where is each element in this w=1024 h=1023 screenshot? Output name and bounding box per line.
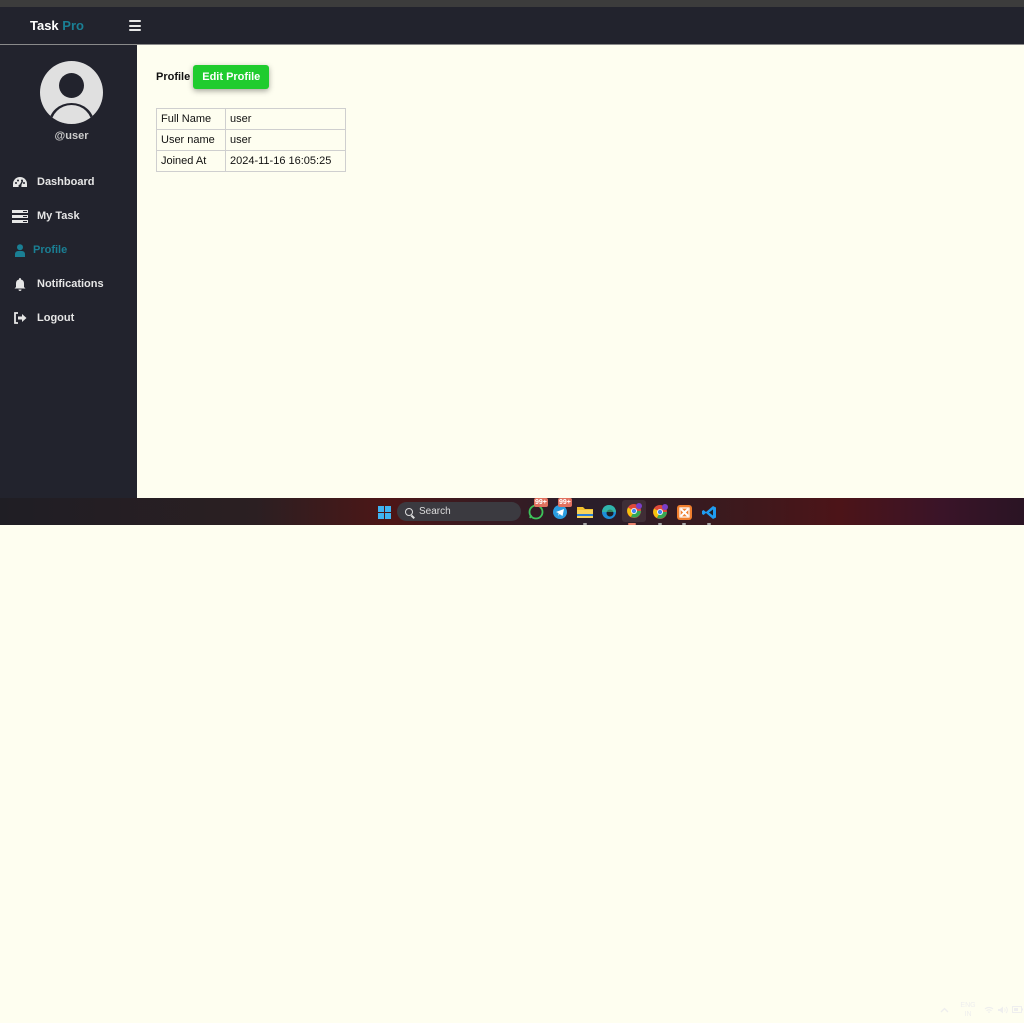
chrome-icon: [627, 503, 642, 518]
chrome-icon: [653, 504, 668, 519]
region-label: IN: [964, 1010, 972, 1018]
edit-profile-button[interactable]: Edit Profile: [193, 65, 270, 89]
field-label: User name: [156, 129, 226, 151]
windows-taskbar: Search 99+ 99+ ENG IN: [0, 498, 1024, 1018]
start-button[interactable]: [374, 502, 394, 522]
taskbar-search[interactable]: Search: [397, 502, 521, 521]
brand-main: Task: [30, 18, 59, 33]
sidebar-item-label: Dashboard: [37, 176, 95, 188]
field-value: user: [225, 108, 346, 130]
vscode-app[interactable]: [699, 502, 719, 525]
language-indicator[interactable]: ENG IN: [960, 996, 976, 1023]
chevron-up-icon: [940, 1007, 949, 1012]
user-icon: [12, 243, 28, 257]
table-row: Full Name user: [156, 108, 346, 130]
page-title: Profile: [156, 71, 191, 83]
sidebar-item-profile[interactable]: Profile: [0, 233, 137, 267]
brand-accent: Pro: [62, 18, 84, 33]
sidebar-item-label: Profile: [33, 244, 68, 256]
search-icon: [405, 507, 413, 516]
profile-header: Profile Edit Profile: [156, 65, 270, 89]
xampp-app[interactable]: [674, 502, 694, 525]
windows-logo-icon: [377, 505, 391, 519]
edge-icon: [602, 505, 616, 519]
tasks-icon: [12, 209, 28, 223]
browser-top-strip: [0, 0, 1024, 7]
volume-icon: [998, 1006, 1008, 1013]
sign-out-icon: [12, 311, 28, 325]
sidebar-item-dashboard[interactable]: Dashboard: [0, 165, 137, 199]
battery-icon: [1012, 1006, 1023, 1013]
chrome-app-active[interactable]: [622, 500, 646, 525]
sidebar-username: @user: [54, 130, 89, 142]
folder-icon: [577, 507, 593, 518]
tachometer-icon: [12, 175, 28, 189]
whatsapp-badge: 99+: [534, 498, 548, 507]
field-value: user: [225, 129, 346, 151]
tray-overflow[interactable]: [940, 996, 949, 1023]
top-navbar: Task Pro: [0, 7, 1024, 45]
telegram-app[interactable]: 99+: [550, 498, 572, 522]
wifi-icon: [984, 1006, 994, 1013]
sidebar-item-logout[interactable]: Logout: [0, 301, 137, 335]
table-row: Joined At 2024-11-16 16:05:25: [156, 150, 346, 172]
search-placeholder: Search: [419, 506, 451, 517]
bell-icon: [12, 277, 28, 291]
xampp-icon: [676, 504, 692, 520]
sidebar-item-label: My Task: [37, 210, 80, 222]
main-content: Profile Edit Profile Full Name user User…: [137, 45, 1024, 498]
chrome-app[interactable]: [650, 502, 670, 525]
whatsapp-app[interactable]: 99+: [526, 498, 548, 522]
system-tray-status[interactable]: [984, 996, 1023, 1023]
sidebar-nav: Dashboard My Task Profile Notifications …: [0, 165, 137, 335]
table-row: User name user: [156, 129, 346, 151]
field-label: Joined At: [156, 150, 226, 172]
sidebar-item-label: Notifications: [37, 278, 104, 290]
field-label: Full Name: [156, 108, 226, 130]
vscode-icon: [701, 505, 716, 519]
file-explorer-app[interactable]: [575, 502, 595, 525]
sidebar-item-label: Logout: [37, 312, 75, 324]
avatar: [40, 61, 103, 124]
menu-toggle-icon[interactable]: [129, 20, 141, 31]
telegram-badge: 99+: [558, 498, 572, 507]
profile-info-table: Full Name user User name user Joined At …: [156, 108, 346, 172]
brand-logo[interactable]: Task Pro: [30, 18, 84, 33]
language-label: ENG: [960, 1001, 976, 1009]
sidebar: @user Dashboard My Task Profile Notifica…: [0, 45, 137, 498]
sidebar-item-notifications[interactable]: Notifications: [0, 267, 137, 301]
field-value: 2024-11-16 16:05:25: [225, 150, 346, 172]
sidebar-item-my-task[interactable]: My Task: [0, 199, 137, 233]
edge-app[interactable]: [599, 502, 619, 522]
